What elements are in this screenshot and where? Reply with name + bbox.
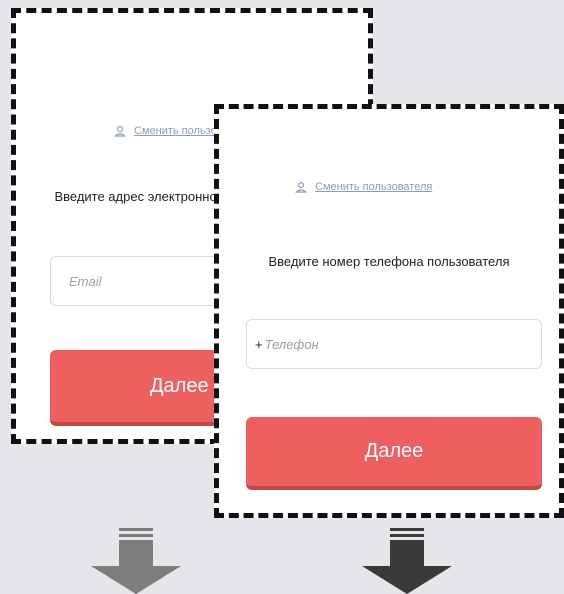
- email-placeholder: Email: [69, 273, 102, 289]
- switch-user-link[interactable]: Сменить пользователя: [295, 181, 432, 193]
- phone-login-card: Сменить пользователя Введите номер телеф…: [214, 104, 564, 518]
- phone-placeholder: Телефон: [264, 336, 319, 352]
- switch-user-label[interactable]: Сменить пользователя: [315, 181, 432, 193]
- down-arrow-icon: [91, 528, 181, 594]
- phone-field[interactable]: + Телефон: [246, 319, 542, 369]
- phone-prefix: +: [255, 336, 263, 352]
- person-icon: [295, 181, 307, 193]
- person-icon: [114, 125, 126, 137]
- phone-prompt: Введите номер телефона пользователя: [268, 254, 510, 269]
- next-button[interactable]: Далее: [246, 417, 542, 490]
- down-arrow-icon: [362, 528, 452, 594]
